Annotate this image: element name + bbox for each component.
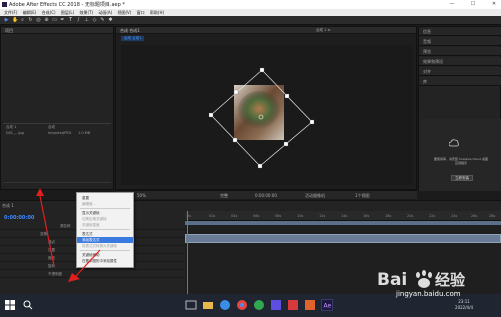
baidu-jingyan-watermark-logo: Bai 经验 <box>377 270 466 290</box>
system-clock[interactable]: 23:11 2022/4/4 <box>455 299 473 311</box>
search-icon[interactable] <box>22 299 34 311</box>
app-icon[interactable] <box>253 299 265 311</box>
svg-text:经验: 经验 <box>435 271 466 289</box>
windows-start-icon[interactable] <box>4 299 16 311</box>
svg-text:Ae: Ae <box>324 303 332 310</box>
app-icon[interactable] <box>287 299 299 311</box>
app-icon[interactable] <box>304 299 316 311</box>
browser-icon[interactable] <box>219 299 231 311</box>
watermark-url: jingyan.baidu.com <box>396 290 461 298</box>
after-effects-taskbar-icon[interactable]: Ae <box>321 299 333 311</box>
chrome-icon[interactable] <box>236 299 248 311</box>
explorer-icon[interactable] <box>202 299 214 311</box>
task-view-icon[interactable] <box>185 299 197 311</box>
svg-text:Bai: Bai <box>377 270 407 290</box>
app-icon[interactable] <box>270 299 282 311</box>
